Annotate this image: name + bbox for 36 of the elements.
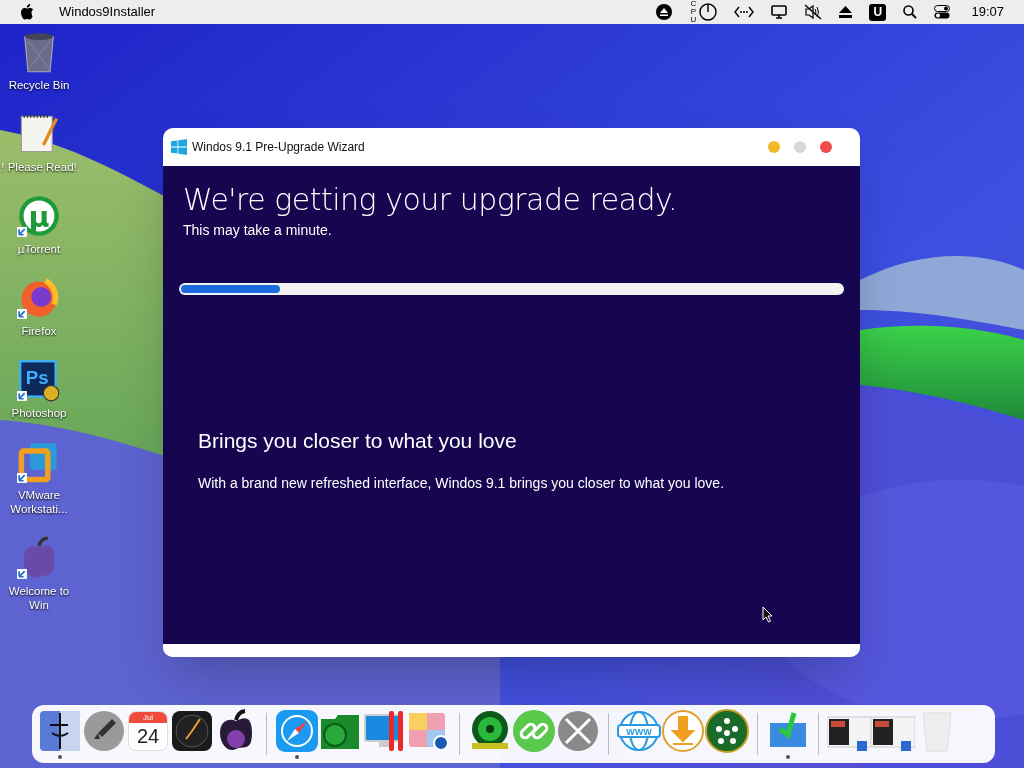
display-icon[interactable] — [771, 5, 788, 19]
control-center-icon[interactable] — [934, 5, 951, 19]
apple-logo-icon[interactable] — [20, 4, 34, 20]
feature-title: Brings you closer to what you love — [198, 428, 518, 454]
feature-text: With a brand new refreshed interface, Windos 9.1 brings you closer to what you love. — [198, 473, 726, 493]
muted-speaker-icon[interactable] — [804, 4, 823, 20]
icon-label[interactable]: Firefox — [1, 324, 77, 338]
heading: We're getting your upgrade ready. — [183, 182, 679, 218]
icon-label[interactable]: Welcome to Win — [1, 584, 77, 612]
clock-icon[interactable] — [170, 709, 214, 753]
compass-icon[interactable] — [275, 709, 319, 753]
status-badge[interactable]: U — [869, 3, 887, 21]
clock[interactable]: 19:07 — [971, 2, 1004, 22]
calendar-icon[interactable]: Jul 24 — [128, 711, 168, 751]
gauge-icon[interactable] — [699, 3, 718, 21]
window-title: Windos 9.1 Pre-Upgrade Wizard — [192, 139, 365, 156]
calendar-day: 24 — [136, 723, 160, 749]
mouse-pointer-icon — [762, 606, 773, 623]
search-icon[interactable] — [903, 5, 918, 19]
icon-label[interactable]: VMware Workstati... — [1, 488, 77, 516]
close-button[interactable] — [820, 141, 832, 153]
code-icon[interactable] — [734, 6, 755, 18]
icon-label[interactable]: Photoshop — [1, 406, 77, 420]
globe-icon[interactable]: WWW — [617, 709, 661, 753]
icon-label[interactable]: Recycle Bin — [1, 78, 77, 92]
subheading: This may take a minute. — [183, 221, 333, 240]
app-name[interactable]: Windos9Installer — [59, 2, 156, 22]
eject-icon[interactable] — [839, 6, 853, 18]
tools-icon[interactable] — [556, 709, 600, 753]
people-icon[interactable] — [705, 709, 749, 753]
calendar-month: Jul — [129, 712, 167, 723]
cpu-label: CPU — [689, 0, 698, 24]
firefox-icon[interactable] — [17, 276, 61, 320]
eject-icon[interactable] — [656, 4, 673, 20]
windows-logo-icon — [171, 139, 187, 155]
torrent-icon[interactable]: µ — [17, 194, 61, 238]
